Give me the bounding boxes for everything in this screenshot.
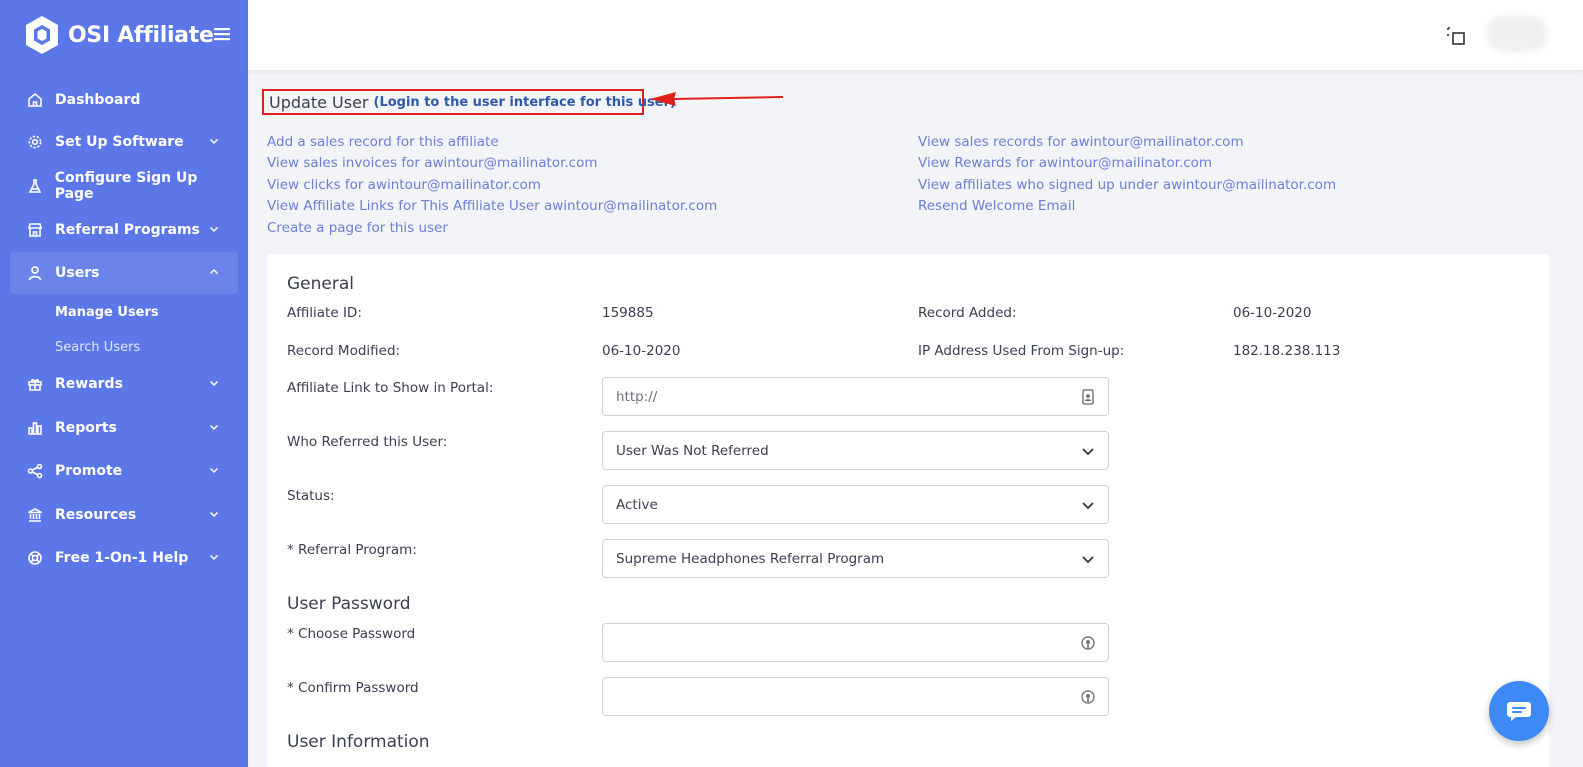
nav-setup-software[interactable]: Set Up Software — [10, 121, 238, 163]
page-heading: Update User (Login to the user interface… — [262, 89, 676, 115]
chevron-down-icon — [209, 424, 219, 431]
contact-card-icon — [1082, 389, 1094, 405]
general-heading: General — [287, 274, 354, 294]
logo-icon — [26, 16, 58, 54]
view-sales-records-link[interactable]: View sales records for awintour@mailinat… — [918, 134, 1244, 150]
nav-help-label: Free 1-On-1 Help — [55, 550, 189, 566]
portal-link-input[interactable]: http:// — [602, 377, 1109, 416]
nav-referral-programs-label: Referral Programs — [55, 222, 200, 238]
share-icon — [26, 462, 44, 480]
confirm-password-input[interactable] — [602, 677, 1109, 716]
store-icon — [26, 221, 44, 239]
referred-by-select[interactable]: User Was Not Referred — [602, 431, 1109, 470]
view-rewards-link[interactable]: View Rewards for awintour@mailinator.com — [918, 155, 1212, 171]
nav-dashboard[interactable]: Dashboard — [10, 79, 238, 121]
add-sales-record-link[interactable]: Add a sales record for this affiliate — [267, 134, 499, 150]
chevron-down-icon — [209, 138, 219, 145]
password-manager-icon — [1081, 690, 1095, 704]
chevron-down-icon — [209, 511, 219, 518]
home-icon — [26, 91, 44, 109]
view-signed-up-affiliates-link[interactable]: View affiliates who signed up under awin… — [918, 177, 1336, 193]
referred-by-label: Who Referred this User: — [287, 434, 448, 450]
nav-manage-users[interactable]: Manage Users — [55, 305, 159, 320]
page-title: Update User — [269, 92, 369, 112]
referral-program-label: * Referral Program: — [287, 542, 417, 558]
fullscreen-icon[interactable] — [1446, 26, 1466, 46]
affiliate-id-value: 159885 — [602, 305, 654, 321]
brand-name: OSI Affiliate — [68, 22, 214, 48]
ip-address-value: 182.18.238.113 — [1233, 343, 1341, 359]
record-added-value: 06-10-2020 — [1233, 305, 1312, 321]
avatar[interactable] — [1486, 16, 1548, 52]
nav-search-users[interactable]: Search Users — [55, 340, 140, 355]
menu-toggle-icon[interactable] — [213, 26, 231, 42]
ip-address-label: IP Address Used From Sign-up: — [918, 343, 1125, 359]
password-manager-icon — [1081, 636, 1095, 650]
nav-resources[interactable]: Resources — [10, 494, 238, 536]
brand[interactable]: OSI Affiliate — [24, 15, 214, 55]
portal-link-label: Affiliate Link to Show in Portal: — [287, 380, 494, 396]
confirm-password-label: * Confirm Password — [287, 680, 419, 696]
record-added-label: Record Added: — [918, 305, 1017, 321]
status-select[interactable]: Active — [602, 485, 1109, 524]
status-label: Status: — [287, 488, 335, 504]
gear-icon — [26, 133, 44, 151]
status-value: Active — [616, 496, 658, 513]
top-bar — [248, 0, 1583, 70]
nav-setup-software-label: Set Up Software — [55, 134, 184, 150]
nav-help[interactable]: Free 1-On-1 Help — [10, 537, 238, 579]
nav-users[interactable]: Users — [10, 252, 238, 294]
nav-promote[interactable]: Promote — [10, 450, 238, 492]
nav-configure-signup-label: Configure Sign Up Page — [54, 170, 198, 202]
nav-rewards[interactable]: Rewards — [10, 363, 238, 405]
record-modified-label: Record Modified: — [287, 343, 401, 359]
chat-widget-button[interactable] — [1489, 681, 1549, 741]
choose-password-input[interactable] — [602, 623, 1109, 662]
user-icon — [26, 264, 44, 282]
lifebuoy-icon — [26, 549, 44, 567]
create-page-link[interactable]: Create a page for this user — [267, 220, 448, 236]
chevron-down-icon — [209, 467, 219, 474]
chevron-down-icon — [1082, 502, 1094, 510]
chevron-down-icon — [1082, 556, 1094, 564]
portal-link-placeholder: http:// — [616, 388, 658, 405]
bank-icon — [26, 506, 44, 524]
affiliate-id-label: Affiliate ID: — [287, 305, 362, 321]
nav-referral-programs[interactable]: Referral Programs — [10, 209, 238, 251]
chevron-down-icon — [1082, 448, 1094, 456]
user-information-heading: User Information — [287, 732, 430, 752]
referral-program-value: Supreme Headphones Referral Program — [616, 550, 885, 567]
gift-icon — [26, 375, 44, 393]
nav-reports[interactable]: Reports — [10, 407, 238, 449]
nav-resources-label: Resources — [55, 507, 137, 523]
chevron-down-icon — [209, 380, 219, 387]
annotation-arrow-icon — [650, 92, 784, 106]
resend-welcome-email-link[interactable]: Resend Welcome Email — [918, 198, 1075, 214]
chevron-up-icon — [209, 268, 219, 275]
referred-by-value: User Was Not Referred — [616, 442, 769, 459]
login-as-user-link[interactable]: (Login to the user interface for this us… — [374, 95, 676, 110]
user-password-heading: User Password — [287, 594, 411, 614]
nav-users-label: Users — [55, 265, 100, 281]
record-modified-value: 06-10-2020 — [602, 343, 681, 359]
nav-dashboard-label: Dashboard — [55, 92, 141, 108]
view-sales-invoices-link[interactable]: View sales invoices for awintour@mailina… — [267, 155, 598, 171]
chat-icon — [1507, 702, 1531, 721]
chevron-down-icon — [209, 554, 219, 561]
sidebar: OSI Affiliate Dashboard Set Up Software … — [0, 0, 248, 767]
nav-configure-signup[interactable]: Configure Sign Up Page — [10, 165, 238, 207]
nav-promote-label: Promote — [55, 463, 123, 479]
nav-rewards-label: Rewards — [55, 376, 123, 392]
nav-reports-label: Reports — [55, 420, 117, 436]
referral-program-select[interactable]: Supreme Headphones Referral Program — [602, 539, 1109, 578]
choose-password-label: * Choose Password — [287, 626, 416, 642]
bar-chart-icon — [26, 419, 44, 437]
view-affiliate-links-link[interactable]: View Affiliate Links for This Affiliate … — [267, 198, 717, 214]
view-clicks-link[interactable]: View clicks for awintour@mailinator.com — [267, 177, 541, 193]
flask-icon — [26, 177, 44, 195]
chevron-down-icon — [209, 226, 219, 233]
